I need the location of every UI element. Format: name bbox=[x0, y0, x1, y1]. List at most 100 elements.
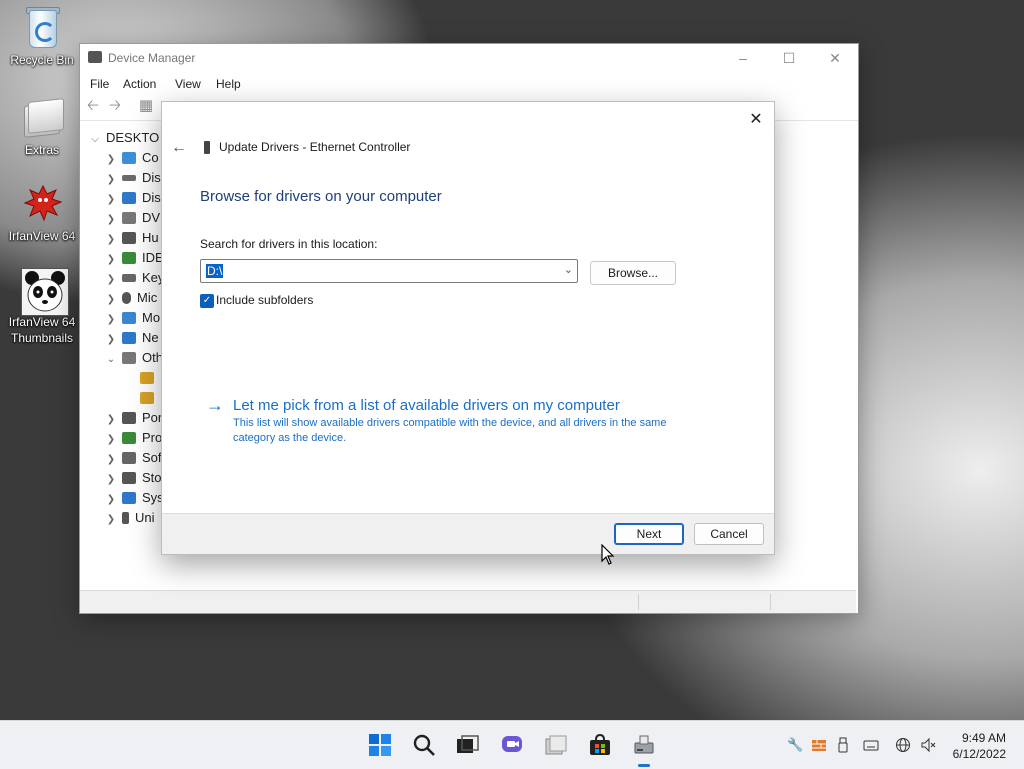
desktop-icon-irfanview-thumbnails[interactable]: IrfanView 64 Thumbnails bbox=[4, 268, 80, 346]
pick-from-list-link[interactable]: Let me pick from a list of available dri… bbox=[233, 397, 620, 414]
irfanview-icon bbox=[20, 182, 64, 226]
cancel-button[interactable]: Cancel bbox=[694, 523, 764, 545]
desktop-icon-recycle-bin[interactable]: Recycle Bin bbox=[4, 6, 80, 68]
device-manager-taskbar-icon[interactable] bbox=[632, 733, 656, 767]
volume-muted-icon[interactable] bbox=[920, 737, 936, 753]
menu-view[interactable]: View bbox=[175, 77, 201, 91]
display-adapter-icon bbox=[122, 192, 136, 204]
tree-item-label: Mo bbox=[142, 310, 161, 325]
chevron-right-icon[interactable]: ❯ bbox=[104, 250, 118, 270]
back-arrow-icon[interactable]: 🡠 bbox=[85, 98, 101, 113]
desktop-icon-irfanview[interactable]: IrfanView 64 bbox=[4, 182, 80, 244]
chevron-right-icon[interactable]: ❯ bbox=[104, 450, 118, 470]
properties-icon[interactable]: ▦ bbox=[138, 98, 154, 113]
hid-icon bbox=[122, 232, 136, 244]
next-button[interactable]: Next bbox=[614, 523, 684, 545]
tree-item[interactable]: ❯ Key bbox=[104, 268, 165, 290]
monitor-icon bbox=[122, 312, 136, 324]
menu-file[interactable]: File bbox=[90, 77, 109, 91]
chevron-right-icon[interactable]: ❯ bbox=[104, 170, 118, 190]
menu-help[interactable]: Help bbox=[216, 77, 241, 91]
tree-item[interactable]: ❯ Sof bbox=[104, 448, 162, 468]
chevron-right-icon[interactable]: ❯ bbox=[104, 330, 118, 350]
dialog-title: Update Drivers - Ethernet Controller bbox=[219, 140, 411, 154]
tree-item[interactable]: ❯ Mic bbox=[104, 288, 157, 308]
driver-path-combobox[interactable]: D:\ ⌄ bbox=[200, 259, 578, 283]
tree-item[interactable]: ❯ IDE bbox=[104, 248, 164, 268]
clock-time: 9:49 AM bbox=[961, 731, 1006, 745]
chevron-down-icon[interactable]: ⌄ bbox=[104, 350, 118, 370]
tree-item-label: Por bbox=[142, 410, 163, 425]
chat-icon[interactable] bbox=[500, 733, 524, 757]
tree-item[interactable]: ❯ Co bbox=[104, 148, 159, 168]
chevron-right-icon[interactable]: ❯ bbox=[104, 190, 118, 210]
keyboard-icon[interactable] bbox=[863, 737, 879, 753]
window-title: Device Manager bbox=[108, 51, 196, 65]
tree-item[interactable]: ❯ Mo bbox=[104, 308, 160, 328]
chevron-right-icon[interactable]: ❯ bbox=[104, 430, 118, 450]
minimize-icon[interactable]: – bbox=[720, 44, 766, 72]
chevron-right-icon[interactable]: ❯ bbox=[104, 490, 118, 510]
browse-button[interactable]: Browse... bbox=[590, 261, 676, 285]
tree-item-label: Dis bbox=[142, 190, 161, 205]
tree-item[interactable]: ❯ DV bbox=[104, 208, 160, 228]
chevron-down-icon[interactable]: ⌵ bbox=[88, 130, 102, 150]
usb-drive-icon[interactable] bbox=[835, 737, 851, 753]
chevron-down-icon[interactable]: ⌄ bbox=[564, 263, 573, 276]
desktop-icon-extras[interactable]: Extras bbox=[4, 96, 80, 158]
tree-item[interactable]: ❯ Uni bbox=[104, 508, 155, 528]
menu-action[interactable]: Action bbox=[123, 77, 156, 91]
menu-bar: File Action View Help bbox=[80, 72, 858, 94]
mouse-pointer-icon bbox=[601, 544, 615, 565]
wrench-icon[interactable]: 🔧 bbox=[787, 737, 803, 753]
warning-device-icon bbox=[140, 392, 154, 404]
chevron-right-icon[interactable]: ❯ bbox=[104, 210, 118, 230]
tree-item[interactable] bbox=[136, 388, 160, 408]
close-icon[interactable]: ✕ bbox=[812, 44, 858, 72]
update-drivers-dialog: ✕ ← Update Drivers - Ethernet Controller… bbox=[161, 101, 775, 555]
disk-drive-icon bbox=[122, 175, 136, 181]
software-device-icon bbox=[122, 452, 136, 464]
clock-date: 6/12/2022 bbox=[952, 747, 1006, 761]
tree-item[interactable]: ❯ Sys bbox=[104, 488, 164, 508]
driver-path-value: D:\ bbox=[206, 264, 224, 278]
close-icon[interactable]: ✕ bbox=[744, 108, 768, 132]
chevron-right-icon[interactable]: ❯ bbox=[104, 410, 118, 430]
tree-item[interactable]: ❯ Por bbox=[104, 408, 162, 428]
title-bar[interactable]: Device Manager – ☐ ✕ bbox=[80, 44, 858, 72]
tree-item[interactable] bbox=[136, 368, 160, 388]
back-arrow-icon[interactable]: ← bbox=[168, 138, 190, 158]
arrow-right-icon[interactable]: → bbox=[206, 395, 224, 415]
chevron-right-icon[interactable]: ❯ bbox=[104, 270, 118, 290]
chevron-right-icon[interactable]: ❯ bbox=[104, 230, 118, 250]
include-subfolders-checkbox[interactable]: ✓ bbox=[200, 294, 214, 308]
tree-item[interactable]: ⌄ Oth bbox=[104, 348, 163, 368]
chevron-right-icon[interactable]: ❯ bbox=[104, 510, 118, 530]
tree-item-label: Hu bbox=[142, 230, 159, 245]
other-devices-icon bbox=[122, 352, 136, 364]
chevron-right-icon[interactable]: ❯ bbox=[104, 290, 118, 310]
tree-item-label: Sof bbox=[142, 450, 162, 465]
tree-item[interactable]: ❯ Pro bbox=[104, 428, 162, 448]
forward-arrow-icon[interactable]: 🡢 bbox=[107, 98, 123, 113]
tree-item[interactable]: ❯ Hu bbox=[104, 228, 159, 248]
file-explorer-icon[interactable] bbox=[544, 733, 568, 757]
task-view-icon[interactable] bbox=[456, 733, 480, 757]
chevron-right-icon[interactable]: ❯ bbox=[104, 150, 118, 170]
page-title: Browse for drivers on your computer bbox=[200, 188, 442, 205]
tree-item[interactable]: ❯ Dis bbox=[104, 168, 161, 188]
store-icon[interactable] bbox=[588, 733, 612, 757]
chevron-right-icon[interactable]: ❯ bbox=[104, 470, 118, 490]
tree-item[interactable]: ❯ Ne bbox=[104, 328, 159, 348]
maximize-icon[interactable]: ☐ bbox=[766, 44, 812, 72]
globe-icon[interactable] bbox=[895, 737, 911, 753]
windows-start-icon[interactable] bbox=[368, 733, 392, 757]
tree-root[interactable]: ⌵ DESKTO bbox=[88, 128, 159, 148]
clock[interactable]: 9:49 AM 6/12/2022 bbox=[953, 730, 1006, 762]
tree-item[interactable]: ❯ Sto bbox=[104, 468, 162, 488]
tree-item[interactable]: ❯ Dis bbox=[104, 188, 161, 208]
chevron-right-icon[interactable]: ❯ bbox=[104, 310, 118, 330]
include-subfolders-label[interactable]: Include subfolders bbox=[216, 293, 313, 307]
search-icon[interactable] bbox=[412, 733, 436, 757]
firewall-icon[interactable] bbox=[811, 737, 827, 753]
